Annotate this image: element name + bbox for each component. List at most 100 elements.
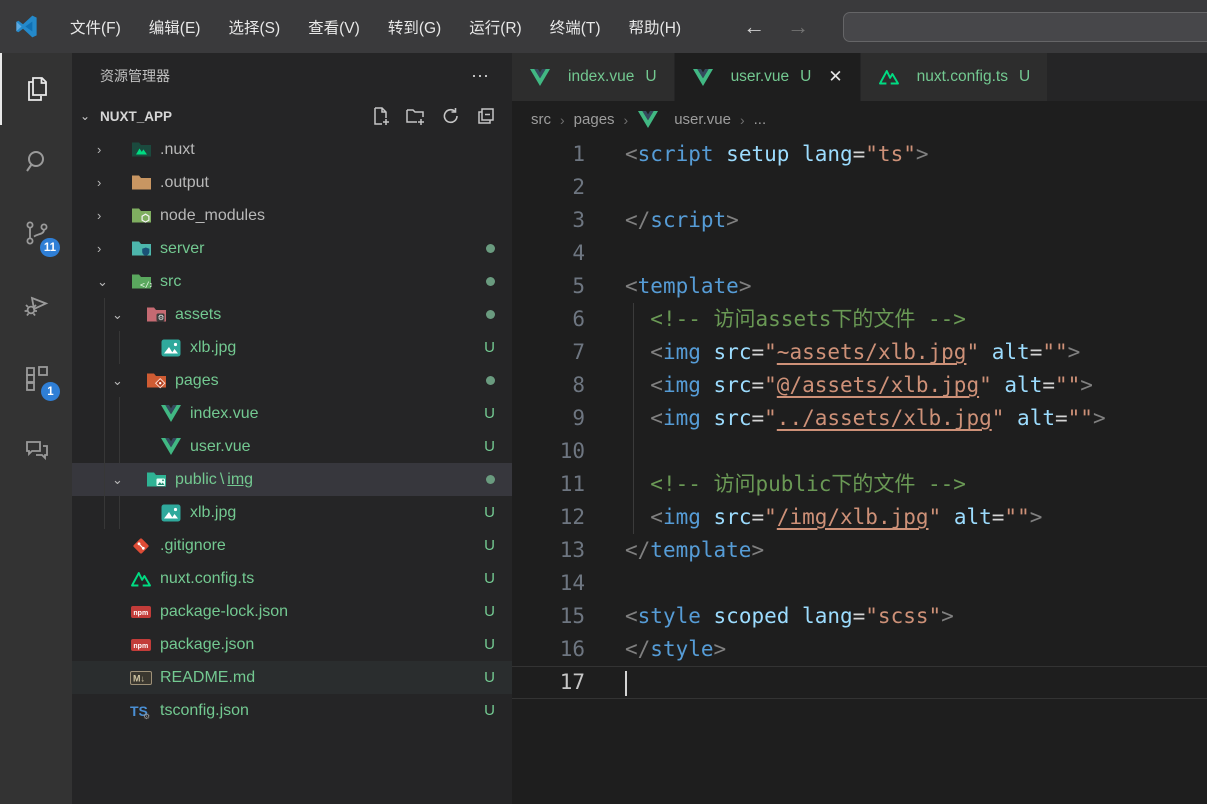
search-icon [22,146,52,176]
tab-strip-empty [1048,53,1207,101]
activity-item-source-control[interactable]: 11 [0,197,72,269]
activity-item-run-debug[interactable] [0,269,72,341]
tree-item-label: .output [160,173,209,191]
code-line-14[interactable]: 14 [512,567,1207,600]
tree-item-package-lock.json[interactable]: npm package-lock.json U [72,595,512,628]
workspace-section-header[interactable]: ⌄ NUXT_APP [72,99,512,133]
tree-item-src[interactable]: ⌄ </> src [72,265,512,298]
collapse-all-button[interactable] [476,106,496,126]
tree-item-label: node_modules [160,206,265,224]
menu-item-0[interactable]: 文件(F) [56,14,135,43]
git-status-badge: U [484,537,495,554]
menu-item-7[interactable]: 帮助(H) [615,14,696,43]
code-line-16[interactable]: 16 </style> [512,633,1207,666]
tree-item-server[interactable]: › server [72,232,512,265]
tree-item-tsconfig.json[interactable]: TS ⚙ tsconfig.json U [72,694,512,727]
code-line-15[interactable]: 15 <style scoped lang="scss"> [512,600,1207,633]
tree-item-.gitignore[interactable]: .gitignore U [72,529,512,562]
code-line-9[interactable]: 9 <img src="../assets/xlb.jpg" alt=""> [512,402,1207,435]
tree-item-.output[interactable]: › .output [72,166,512,199]
new-file-button[interactable] [371,106,391,126]
menu-item-2[interactable]: 选择(S) [214,14,294,43]
tree-item-node_modules[interactable]: › node_modules [72,199,512,232]
text-cursor [625,671,627,696]
breadcrumb-item-2[interactable]: user.vue [637,111,731,128]
tab-label: index.vue [568,68,635,85]
menu-bar: 文件(F) 编辑(E) 选择(S) 查看(V) 转到(G) 运行(R) 终端(T) 帮助(H) [56,16,695,38]
tab-nuxt.config.ts[interactable]: nuxt.config.ts U [860,53,1049,101]
chevron-right-icon: › [97,208,102,223]
menu-item-6[interactable]: 终端(T) [536,14,615,43]
breadcrumb-item-0[interactable]: src [531,111,551,128]
tab-git-badge: U [645,68,657,85]
breadcrumb: src › pages › user.vue ›... [512,101,1207,138]
code-line-4[interactable]: 4 [512,237,1207,270]
code-editor[interactable]: 1 <script setup lang="ts"> 2 3 </script>… [512,138,1207,804]
new-folder-button[interactable] [406,106,426,126]
line-number: 16 [559,637,585,661]
menu-item-3[interactable]: 查看(V) [294,14,374,43]
command-center-search-box[interactable] [843,11,1207,42]
line-number: 4 [572,241,585,265]
git-status-badge: U [484,702,495,719]
code-line-17[interactable]: 17 [512,666,1207,699]
tsconfig-icon: TS ⚙ [130,702,152,720]
code-line-1[interactable]: 1 <script setup lang="ts"> [512,138,1207,171]
tree-item-index.vue[interactable]: index.vue U [72,397,512,430]
activity-item-search[interactable] [0,125,72,197]
git-modified-dot [486,376,495,385]
line-number: 10 [559,439,585,463]
tree-item-label: xlb.jpg [190,338,237,356]
code-line-11[interactable]: 11 <!-- 访问public下的文件 --> [512,468,1207,501]
nav-back-icon[interactable]: ← [743,14,765,40]
tree-item-assets[interactable]: ⌄ ⚙ assets [72,298,512,331]
line-number: 7 [572,340,585,364]
vue-icon [160,438,182,455]
breadcrumb-item-1[interactable]: pages [574,111,615,128]
menu-item-4[interactable]: 转到(G) [374,14,455,43]
code-line-6[interactable]: 6 <!-- 访问assets下的文件 --> [512,303,1207,336]
activity-item-chat[interactable] [0,413,72,485]
activity-item-extensions[interactable]: 1 [0,341,72,413]
code-line-7[interactable]: 7 <img src="~assets/xlb.jpg" alt=""> [512,336,1207,369]
collapse-all-icon [476,106,496,126]
breadcrumb-item-3[interactable]: ... [754,111,767,128]
tree-item-README.md[interactable]: M↓ README.md U [72,661,512,694]
tree-item-package.json[interactable]: npm package.json U [72,628,512,661]
tree-sublabel[interactable]: img [227,471,253,489]
tab-user.vue[interactable]: user.vue U ✕ [674,53,861,101]
npm-icon: npm [130,605,152,618]
tree-item-label: nuxt.config.ts [160,569,255,587]
git-status-badge: U [484,405,495,422]
tree-item-xlb.jpg[interactable]: xlb.jpg U [72,496,512,529]
git-status-badge: U [484,636,495,653]
tab-index.vue[interactable]: index.vue U [512,53,675,101]
code-line-8[interactable]: 8 <img src="@/assets/xlb.jpg" alt=""> [512,369,1207,402]
menu-item-1[interactable]: 编辑(E) [135,14,215,43]
code-line-2[interactable]: 2 [512,171,1207,204]
tree-item-label: server [160,239,205,257]
code-line-5[interactable]: 5 <template> [512,270,1207,303]
activity-badge-extensions: 1 [41,382,60,401]
code-line-12[interactable]: 12 <img src="/img/xlb.jpg" alt=""> [512,501,1207,534]
code-line-13[interactable]: 13 </template> [512,534,1207,567]
vscode-logo-icon [13,13,40,40]
code-line-3[interactable]: 3 </script> [512,204,1207,237]
close-icon[interactable]: ✕ [828,67,842,87]
line-number: 5 [572,274,585,298]
new-folder-icon [406,106,426,126]
explorer-more-actions-icon[interactable]: ⋯ [471,66,490,87]
menu-item-5[interactable]: 运行(R) [455,14,536,43]
tree-item-.nuxt[interactable]: › .nuxt [72,133,512,166]
refresh-button[interactable] [441,106,461,126]
tree-item-user.vue[interactable]: user.vue U [72,430,512,463]
tree-item-xlb.jpg[interactable]: xlb.jpg U [72,331,512,364]
line-number: 17 [559,670,585,694]
activity-item-explorer[interactable] [0,53,72,125]
chevron-right-icon: › [97,142,102,157]
tree-item-public[interactable]: ⌄ public \ img [72,463,512,496]
git-status-badge: U [484,669,495,686]
code-line-10[interactable]: 10 [512,435,1207,468]
tree-item-pages[interactable]: ⌄ pages [72,364,512,397]
tree-item-nuxt.config.ts[interactable]: nuxt.config.ts U [72,562,512,595]
